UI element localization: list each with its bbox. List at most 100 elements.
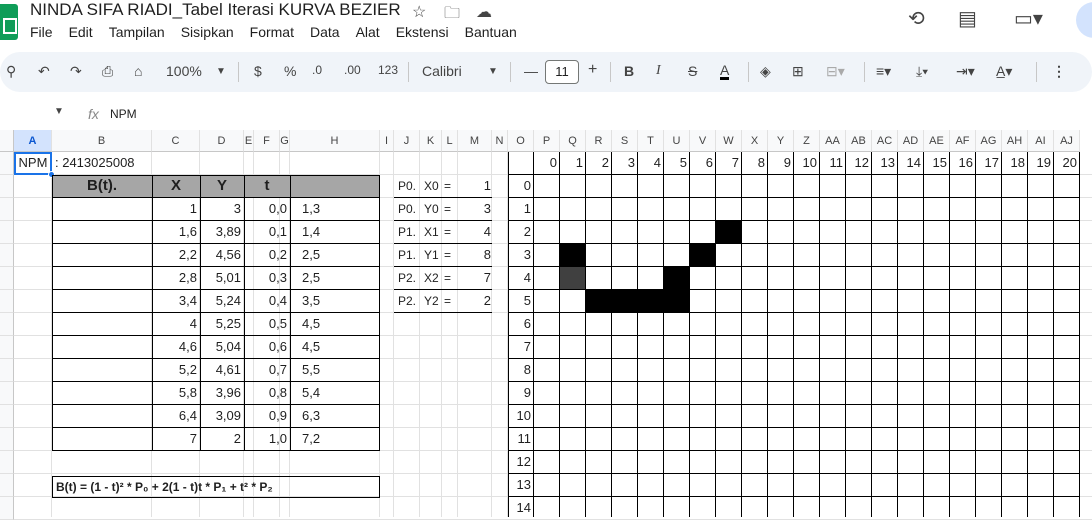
formula-input[interactable]: NPM	[110, 107, 137, 121]
column-header-v[interactable]: V	[690, 130, 716, 152]
bold-button[interactable]: B	[624, 63, 634, 79]
chevron-down-icon[interactable]: ▼	[488, 66, 498, 77]
column-header-c[interactable]: C	[152, 130, 200, 152]
column-header-f[interactable]: F	[254, 130, 280, 152]
star-icon[interactable]: ☆	[412, 2, 426, 22]
vertical-align-icon[interactable]: ⤓▾	[916, 63, 928, 80]
comments-icon[interactable]: ▤	[958, 6, 977, 31]
menu-data[interactable]: Data	[310, 24, 340, 40]
column-header-y[interactable]: Y	[768, 130, 794, 152]
chevron-down-icon[interactable]: ▼	[216, 66, 226, 77]
sheets-logo-icon[interactable]	[0, 4, 18, 40]
column-header-e[interactable]: E	[244, 130, 254, 152]
row-header[interactable]	[0, 451, 14, 474]
row-header[interactable]	[0, 290, 14, 313]
text-wrapping-icon[interactable]: ⇥▾	[956, 63, 975, 80]
row-header[interactable]	[0, 382, 14, 405]
menu-tampilan[interactable]: Tampilan	[109, 24, 165, 40]
undo-icon[interactable]: ↶	[38, 63, 50, 80]
menu-bantuan[interactable]: Bantuan	[465, 24, 517, 40]
select-all-corner[interactable]	[0, 130, 14, 152]
increase-font-size-button[interactable]: +	[588, 61, 597, 79]
column-header-aa[interactable]: AA	[820, 130, 846, 152]
row-header[interactable]	[0, 359, 14, 382]
more-options-icon[interactable]: ⋮	[1052, 63, 1066, 80]
menu-sisipkan[interactable]: Sisipkan	[181, 24, 234, 40]
row-header[interactable]	[0, 221, 14, 244]
meet-icon[interactable]: ▭▾	[1014, 6, 1043, 31]
column-header-i[interactable]: I	[380, 130, 394, 152]
column-header-o[interactable]: O	[508, 130, 534, 152]
column-header-ad[interactable]: AD	[898, 130, 924, 152]
column-header-k[interactable]: K	[420, 130, 442, 152]
menu-ekstensi[interactable]: Ekstensi	[396, 24, 449, 40]
column-header-z[interactable]: Z	[794, 130, 820, 152]
row-header[interactable]	[0, 336, 14, 359]
strikethrough-button[interactable]: S	[688, 63, 697, 79]
column-header-u[interactable]: U	[664, 130, 690, 152]
column-header-ai[interactable]: AI	[1028, 130, 1054, 152]
paint-format-icon[interactable]: ⌂	[134, 63, 142, 79]
column-header-g[interactable]: G	[280, 130, 290, 152]
row-header[interactable]	[0, 313, 14, 336]
menu-format[interactable]: Format	[250, 24, 294, 40]
column-header-q[interactable]: Q	[560, 130, 586, 152]
menu-edit[interactable]: Edit	[69, 24, 93, 40]
column-header-ac[interactable]: AC	[872, 130, 898, 152]
redo-icon[interactable]: ↷	[70, 63, 82, 80]
avatar[interactable]	[1076, 2, 1092, 38]
column-header-a[interactable]: A	[14, 130, 52, 152]
text-color-button[interactable]: A	[720, 63, 730, 80]
column-header-p[interactable]: P	[534, 130, 560, 152]
row-header[interactable]	[0, 267, 14, 290]
document-title[interactable]: NINDA SIFA RIADI_Tabel Iterasi KURVA BEZ…	[30, 0, 401, 20]
column-header-h[interactable]: H	[290, 130, 380, 152]
column-header-n[interactable]: N	[492, 130, 508, 152]
decrease-font-size-button[interactable]: —	[524, 63, 538, 79]
row-header[interactable]	[0, 474, 14, 497]
print-icon[interactable]: ⎙	[102, 63, 113, 80]
column-header-ah[interactable]: AH	[1002, 130, 1028, 152]
percent-button[interactable]: %	[284, 63, 296, 79]
row-header[interactable]	[0, 175, 14, 198]
menu-alat[interactable]: Alat	[356, 24, 380, 40]
name-box-dropdown-icon[interactable]: ▼	[54, 106, 64, 117]
row-header[interactable]	[0, 152, 14, 175]
italic-button[interactable]: I	[656, 63, 661, 79]
column-header-m[interactable]: M	[458, 130, 492, 152]
column-header-t[interactable]: T	[638, 130, 664, 152]
font-select[interactable]: Calibri	[422, 63, 462, 79]
column-header-w[interactable]: W	[716, 130, 742, 152]
borders-icon[interactable]: ⊞	[792, 63, 804, 80]
column-header-d[interactable]: D	[200, 130, 244, 152]
number-format-button[interactable]: 123	[378, 63, 398, 77]
merge-cells-icon[interactable]: ⊟▾	[826, 63, 845, 80]
column-header-r[interactable]: R	[586, 130, 612, 152]
row-header[interactable]	[0, 198, 14, 221]
version-history-icon[interactable]: ⟲	[908, 6, 925, 31]
column-header-b[interactable]: B	[52, 130, 152, 152]
font-size-input[interactable]: 11	[545, 60, 579, 84]
row-header[interactable]	[0, 405, 14, 428]
increase-decimal-button[interactable]: .00	[344, 63, 361, 77]
zoom-select[interactable]: 100%	[166, 63, 202, 79]
column-header-ae[interactable]: AE	[924, 130, 950, 152]
column-header-ab[interactable]: AB	[846, 130, 872, 152]
column-header-ag[interactable]: AG	[976, 130, 1002, 152]
column-header-af[interactable]: AF	[950, 130, 976, 152]
row-header[interactable]	[0, 244, 14, 267]
column-header-s[interactable]: S	[612, 130, 638, 152]
column-header-l[interactable]: L	[442, 130, 458, 152]
column-header-x[interactable]: X	[742, 130, 768, 152]
horizontal-align-icon[interactable]: ≡▾	[876, 63, 891, 80]
menu-file[interactable]: File	[30, 24, 53, 40]
row-header[interactable]	[0, 428, 14, 451]
column-header-aj[interactable]: AJ	[1054, 130, 1080, 152]
column-header-j[interactable]: J	[394, 130, 420, 152]
text-rotation-icon[interactable]: A̲▾	[996, 63, 1012, 80]
currency-button[interactable]: $	[254, 63, 262, 79]
search-menus-icon[interactable]: ⚲	[6, 63, 16, 80]
fill-color-icon[interactable]: ◈	[760, 63, 771, 80]
decrease-decimal-button[interactable]: .0	[312, 63, 322, 77]
spreadsheet-grid[interactable]: A B C D E F G H I J K L M N O P Q R S T U V W X Y Z AA AB AC AD AE AF AG…	[0, 130, 1092, 520]
